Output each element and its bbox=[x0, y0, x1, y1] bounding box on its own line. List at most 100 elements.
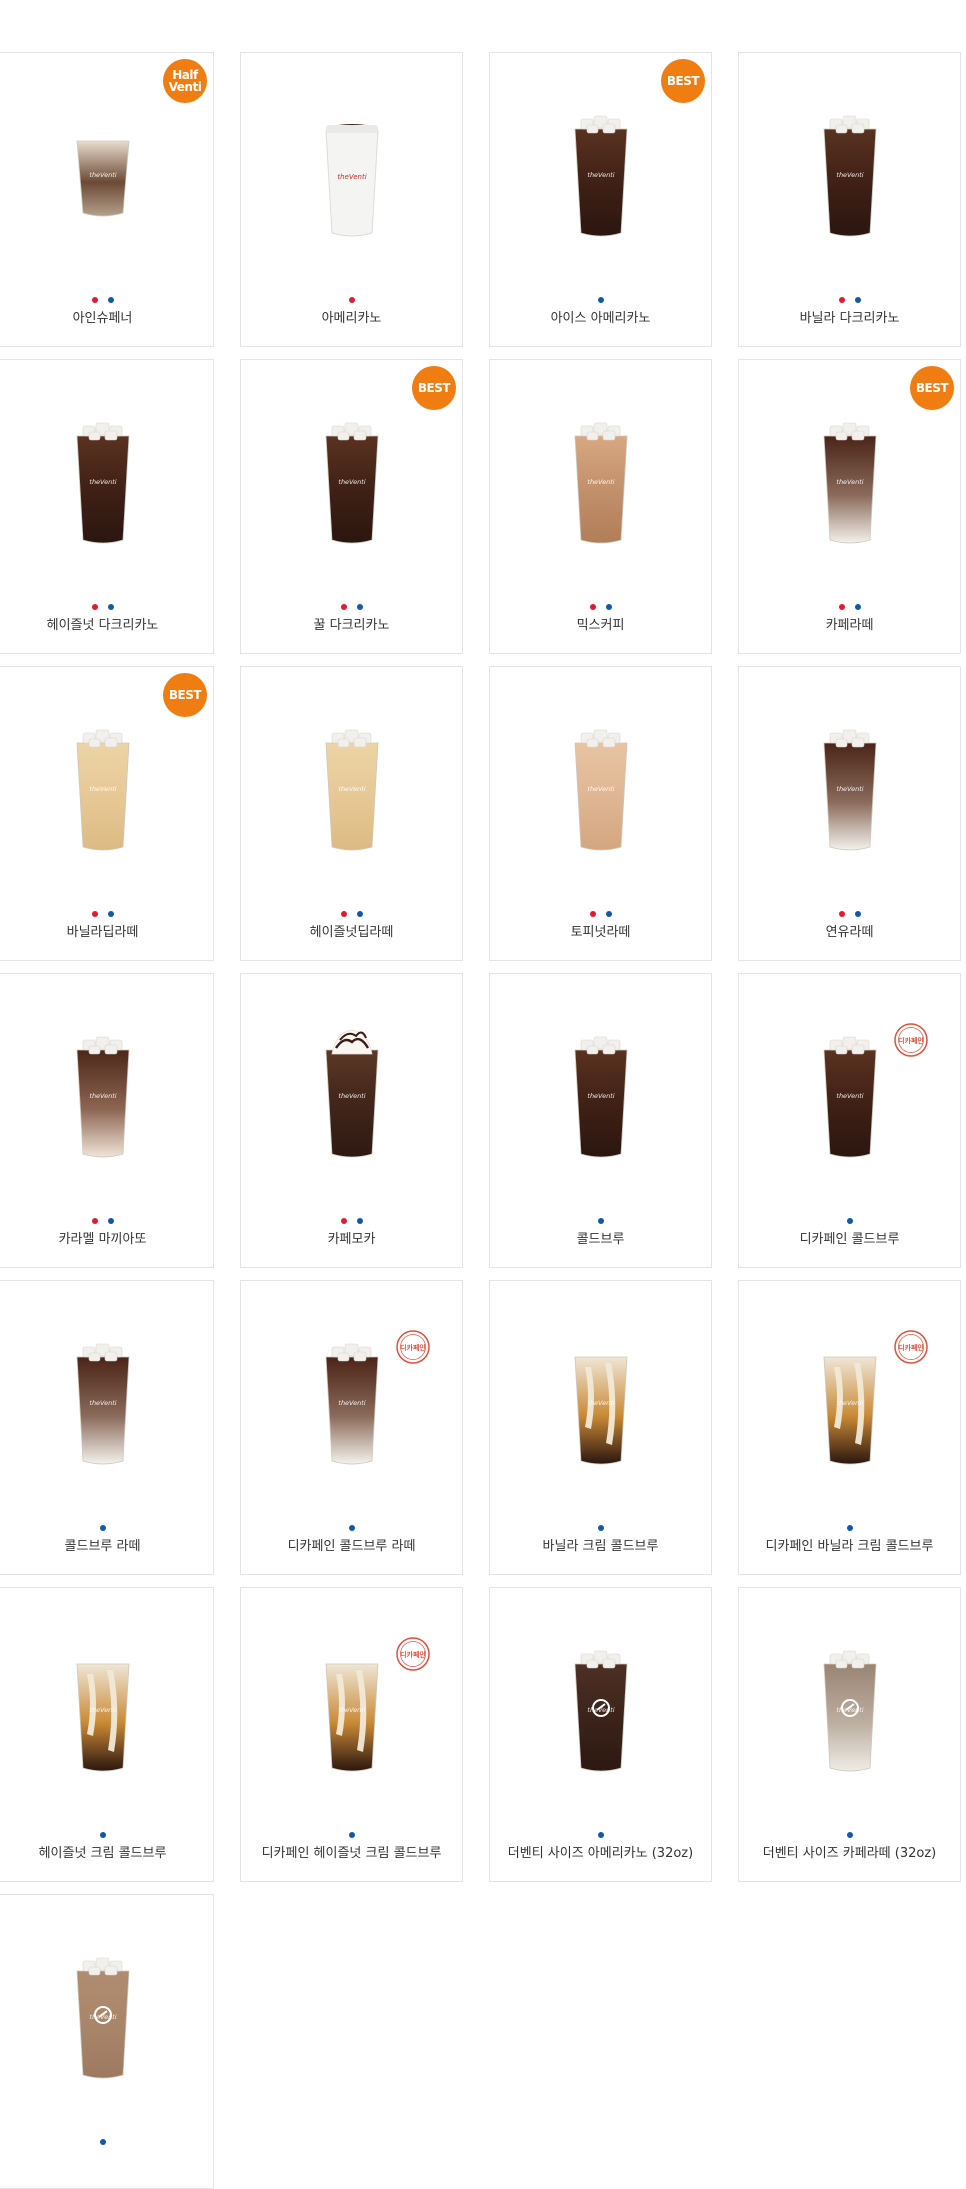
product-name: 믹스커피 bbox=[576, 618, 625, 633]
hot-indicator-dot bbox=[91, 1218, 98, 1224]
product-card[interactable]: theVenti 디카페인 디카페인 콜드브루 bbox=[738, 973, 961, 1268]
svg-text:theVenti: theVenti bbox=[836, 171, 863, 179]
product-card[interactable]: theVenti bbox=[0, 1894, 214, 2189]
product-card[interactable]: theVenti 헤이즐넛 다크리카노 bbox=[0, 359, 214, 654]
product-card[interactable]: theVenti 콜드브루 라떼 bbox=[0, 1280, 214, 1575]
product-card[interactable]: theVenti BEST 아이스 아메리카노 bbox=[489, 52, 712, 347]
product-name: 헤이즐넛 다크리카노 bbox=[46, 618, 159, 633]
cup-illustration: theVenti bbox=[76, 1663, 129, 1772]
iced-indicator-dot bbox=[597, 297, 604, 303]
temperature-dots bbox=[490, 1516, 711, 1531]
product-card[interactable]: theVenti 헤이즐넛딥라떼 bbox=[240, 666, 463, 961]
product-card[interactable]: theVenti BEST 카페라떼 bbox=[738, 359, 961, 654]
cup-illustration: theVenti bbox=[574, 1036, 627, 1158]
decaf-stamp-icon: 디카페인 bbox=[396, 1330, 430, 1364]
product-name: 카페라떼 bbox=[825, 618, 874, 633]
product-card[interactable]: theVenti Half Venti 아인슈페너 bbox=[0, 52, 214, 347]
product-card[interactable]: theVenti 디카페인 디카페인 콜드브루 라떼 bbox=[240, 1280, 463, 1575]
hot-indicator-dot bbox=[340, 604, 347, 610]
iced-indicator-dot bbox=[99, 1832, 106, 1838]
cup-illustration: theVenti bbox=[823, 1356, 876, 1465]
temperature-dots bbox=[490, 1823, 711, 1838]
temperature-dots bbox=[739, 1209, 960, 1224]
cup-illustration: theVenti bbox=[823, 1650, 876, 1772]
product-card[interactable]: theVenti 바닐라 다크리카노 bbox=[738, 52, 961, 347]
product-card[interactable]: theVenti 아메리카노 bbox=[240, 52, 463, 347]
product-name: 바닐라 다크리카노 bbox=[799, 311, 900, 326]
cup-illustration: theVenti bbox=[823, 1036, 876, 1158]
hot-indicator-dot bbox=[340, 911, 347, 917]
product-name: 바닐라딥라떼 bbox=[66, 925, 139, 940]
temperature-dots bbox=[739, 1516, 960, 1531]
iced-indicator-dot bbox=[597, 1832, 604, 1838]
svg-text:theVenti: theVenti bbox=[338, 1399, 365, 1407]
product-name: 연유라떼 bbox=[825, 925, 874, 940]
iced-indicator-dot bbox=[605, 604, 612, 610]
product-card[interactable]: theVenti 더벤티 사이즈 카페라떼 (32oz) bbox=[738, 1587, 961, 1882]
cup-illustration: theVenti bbox=[76, 1036, 129, 1158]
svg-text:디카페인: 디카페인 bbox=[400, 1650, 426, 1659]
product-card[interactable]: theVenti 콜드브루 bbox=[489, 973, 712, 1268]
temperature-dots bbox=[0, 1209, 213, 1224]
product-card[interactable]: theVenti 더벤티 사이즈 아메리카노 (32oz) bbox=[489, 1587, 712, 1882]
half-venti-badge: Half Venti bbox=[163, 59, 207, 103]
svg-text:theVenti: theVenti bbox=[337, 173, 366, 181]
product-card[interactable]: theVenti 카라멜 마끼아또 bbox=[0, 973, 214, 1268]
hot-indicator-dot bbox=[589, 604, 596, 610]
cup-illustration: theVenti bbox=[324, 124, 379, 237]
cup-illustration: theVenti bbox=[76, 422, 129, 544]
product-card[interactable]: theVenti 바닐라 크림 콜드브루 bbox=[489, 1280, 712, 1575]
iced-indicator-dot bbox=[605, 911, 612, 917]
product-card[interactable]: theVenti BEST 바닐라딥라떼 bbox=[0, 666, 214, 961]
cup-illustration: theVenti bbox=[574, 422, 627, 544]
product-name: 콜드브루 bbox=[576, 1232, 625, 1247]
hot-indicator-dot bbox=[340, 1218, 347, 1224]
product-card[interactable]: theVenti BEST 꿀 다크리카노 bbox=[240, 359, 463, 654]
svg-text:디카페인: 디카페인 bbox=[898, 1036, 924, 1045]
cup-illustration: theVenti bbox=[823, 422, 876, 544]
product-card[interactable]: theVenti 디카페인 디카페인 헤이즐넛 크림 콜드브루 bbox=[240, 1587, 463, 1882]
best-badge: BEST bbox=[661, 59, 705, 103]
product-card[interactable]: theVenti 연유라떼 bbox=[738, 666, 961, 961]
product-card[interactable]: theVenti 믹스커피 bbox=[489, 359, 712, 654]
temperature-dots bbox=[739, 595, 960, 610]
product-card[interactable]: theVenti 디카페인 디카페인 바닐라 크림 콜드브루 bbox=[738, 1280, 961, 1575]
svg-text:theVenti: theVenti bbox=[338, 478, 365, 486]
svg-text:theVenti: theVenti bbox=[836, 1092, 863, 1100]
svg-text:theVenti: theVenti bbox=[89, 785, 116, 793]
product-name: 꿀 다크리카노 bbox=[313, 618, 390, 633]
product-name: 디카페인 콜드브루 라떼 bbox=[287, 1539, 416, 1554]
temperature-dots bbox=[739, 902, 960, 917]
temperature-dots bbox=[0, 595, 213, 610]
product-card[interactable]: theVenti 카페모카 bbox=[240, 973, 463, 1268]
cup-illustration: theVenti bbox=[574, 115, 627, 237]
decaf-stamp-icon: 디카페인 bbox=[894, 1330, 928, 1364]
hot-indicator-dot bbox=[838, 297, 845, 303]
iced-indicator-dot bbox=[846, 1218, 853, 1224]
temperature-dots bbox=[490, 288, 711, 303]
hot-indicator-dot bbox=[348, 297, 355, 303]
temperature-dots bbox=[739, 1823, 960, 1838]
cup-illustration: theVenti bbox=[76, 1343, 129, 1465]
product-name: 아인슈페너 bbox=[72, 311, 133, 326]
iced-indicator-dot bbox=[356, 911, 363, 917]
product-card[interactable]: theVenti 헤이즐넛 크림 콜드브루 bbox=[0, 1587, 214, 1882]
svg-text:theVenti: theVenti bbox=[89, 1706, 116, 1714]
product-card[interactable]: theVenti 토피넛라떼 bbox=[489, 666, 712, 961]
iced-indicator-dot bbox=[854, 604, 861, 610]
product-name: 카라멜 마끼아또 bbox=[58, 1232, 147, 1247]
iced-indicator-dot bbox=[356, 604, 363, 610]
svg-text:theVenti: theVenti bbox=[587, 785, 614, 793]
iced-indicator-dot bbox=[99, 1525, 106, 1531]
iced-indicator-dot bbox=[854, 297, 861, 303]
svg-text:theVenti: theVenti bbox=[587, 171, 614, 179]
svg-text:theVenti: theVenti bbox=[89, 171, 116, 179]
product-name: 헤이즐넛 크림 콜드브루 bbox=[38, 1846, 167, 1861]
svg-text:theVenti: theVenti bbox=[587, 1706, 614, 1714]
svg-text:theVenti: theVenti bbox=[89, 1399, 116, 1407]
cup-illustration: theVenti bbox=[76, 140, 129, 217]
svg-text:theVenti: theVenti bbox=[338, 1706, 365, 1714]
cup-illustration: theVenti bbox=[823, 729, 876, 851]
temperature-dots bbox=[0, 1823, 213, 1838]
cup-illustration: theVenti bbox=[574, 1650, 627, 1772]
